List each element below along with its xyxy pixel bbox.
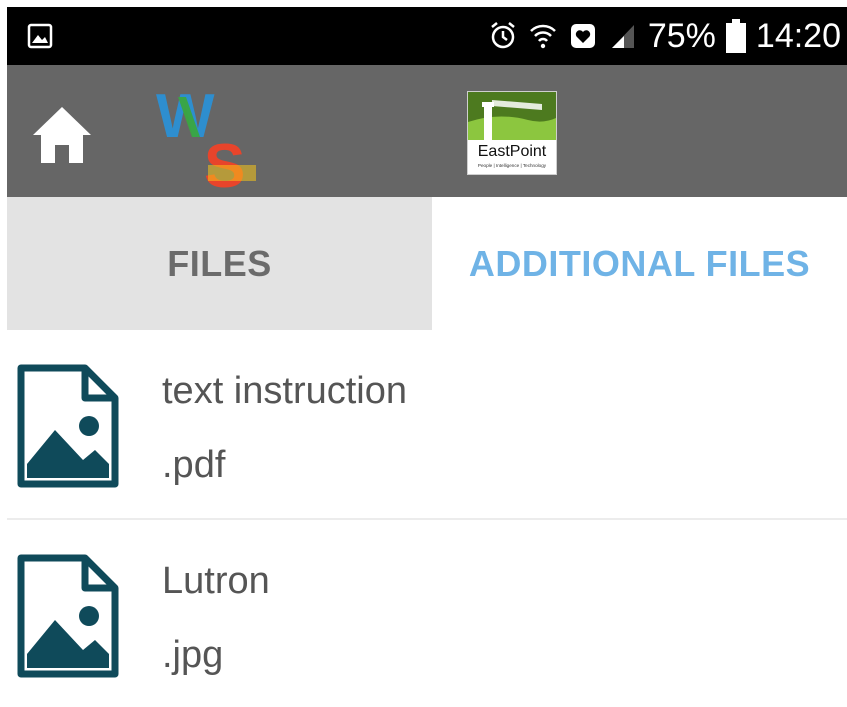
status-indicators: 75% 14:20 — [488, 7, 841, 65]
logo-letter-s: S — [204, 132, 245, 191]
file-extension: .jpg — [162, 634, 224, 676]
app-screen: 75% 14:20 W S EastPoint — [0, 0, 847, 707]
tab-additional-files-label: ADDITIONAL FILES — [468, 242, 811, 284]
file-name: Lutron — [162, 560, 270, 602]
eastpoint-logo-tagline: People | Intelligence | Technology — [478, 163, 547, 168]
eastpoint-logo: EastPoint People | Intelligence | Techno… — [467, 91, 557, 175]
wifi-icon — [529, 24, 556, 49]
battery-icon — [725, 19, 746, 53]
file-list: text instruction .pdf Lutron .jpg — [7, 330, 847, 707]
app-bar: W S EastPoint People | Intelligence | Te… — [7, 65, 847, 197]
eastpoint-logo-text: EastPoint — [478, 143, 547, 160]
file-name: text instruction — [162, 370, 407, 412]
list-item[interactable]: Lutron .jpg — [7, 520, 847, 707]
image-notification-icon — [27, 23, 53, 49]
home-icon[interactable] — [31, 105, 93, 165]
image-file-icon — [17, 364, 119, 488]
list-item[interactable]: text instruction .pdf — [7, 330, 847, 520]
signal-icon — [611, 25, 634, 48]
eastpoint-logo-art: EastPoint People | Intelligence | Techno… — [468, 92, 556, 168]
alarm-icon — [491, 22, 515, 49]
heart-notification-icon — [570, 24, 595, 48]
battery-percent: 75% — [647, 17, 716, 55]
tab-files[interactable]: FILES — [7, 197, 432, 330]
status-bar: 75% 14:20 — [7, 7, 847, 65]
tab-additional-files[interactable]: ADDITIONAL FILES — [432, 197, 847, 330]
tab-bar: FILES ADDITIONAL FILES — [7, 197, 847, 330]
file-extension: .pdf — [162, 444, 226, 486]
clock: 14:20 — [755, 17, 841, 55]
ws-logo: W S — [156, 82, 256, 191]
image-file-icon — [17, 554, 119, 678]
tab-files-label: FILES — [167, 242, 272, 284]
